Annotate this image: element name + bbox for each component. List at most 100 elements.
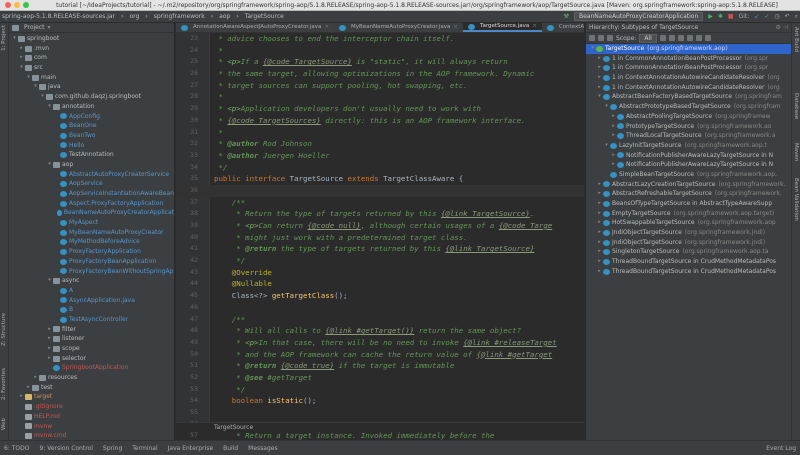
code-text[interactable]: * @return the type of targets returned b… (214, 243, 534, 255)
tree-row[interactable]: ▸ .mvn (9, 44, 174, 54)
ant-build-tool-tab[interactable]: Ant Build (793, 27, 799, 52)
tree-row[interactable]: ▾ springboot (9, 34, 174, 44)
chevron-down-icon[interactable]: ▾ (48, 24, 51, 31)
code-text[interactable]: * advice chooses to end the interceptor … (214, 33, 454, 45)
code-line[interactable]: 34 */ (176, 162, 584, 174)
git-history-icon[interactable]: ◷ (774, 13, 779, 20)
favorites-tool-tab[interactable]: 2: Favorites (1, 368, 7, 400)
settings-gear-icon[interactable]: ⚙ ⊣ (775, 24, 788, 31)
chevron-right-icon[interactable]: ▸ (596, 218, 603, 228)
hierarchy-row[interactable]: ▸ AbstractPoolingTargetSource (org.springf… (586, 112, 791, 122)
hierarchy-row[interactable]: ▸ NotificationPublisherAwareLazyTargetSou… (586, 160, 791, 170)
code-line[interactable]: 53 */ (176, 384, 584, 396)
tree-row[interactable]: .gitignore (9, 402, 174, 412)
git-update-icon[interactable]: ↙ (754, 13, 759, 20)
hierarchy-row[interactable]: ▸ AbstractRefreshableTargetSource (org.spr… (586, 189, 791, 199)
code-line[interactable]: 54 boolean isStatic(); (176, 395, 584, 407)
tree-row[interactable]: ▾ annotation (9, 102, 174, 112)
hierarchy-row[interactable]: ▾ AbstractPrototypeBasedTargetSource (org.… (586, 102, 791, 112)
status-tool-tab[interactable]: Java Enterprise (168, 445, 213, 452)
close-icon[interactable] (704, 35, 711, 41)
code-text[interactable]: @Nullable (214, 278, 272, 290)
nav-crumb[interactable]: org (129, 13, 139, 20)
code-line[interactable]: 44 @Nullable (176, 278, 584, 290)
code-line[interactable]: 37 /** (176, 197, 584, 209)
code-area[interactable]: 23 * advice chooses to end the intercept… (176, 33, 584, 440)
chevron-right-icon[interactable]: ▸ (596, 83, 603, 93)
code-line[interactable]: 24 * (176, 45, 584, 57)
tree-row[interactable]: ▸ listener (9, 334, 174, 344)
tree-row[interactable]: BeanOne (9, 121, 174, 131)
tree-row[interactable]: SpringbootApplication (9, 363, 174, 373)
tree-row[interactable]: ▸ filter (9, 325, 174, 335)
zoom-window-icon[interactable] (23, 2, 29, 8)
chevron-down-icon[interactable]: ▾ (589, 44, 596, 54)
code-line[interactable]: 38 * Return the type of targets returned… (176, 208, 584, 220)
hammer-icon[interactable]: ⚒ (564, 13, 569, 20)
chevron-right-icon[interactable]: ▸ (596, 199, 603, 209)
tree-row[interactable]: MyAspect (9, 218, 174, 228)
tree-row[interactable]: ▸ target (9, 392, 174, 402)
chevron-down-icon[interactable]: ▾ (46, 102, 53, 112)
chevron-right-icon[interactable]: ▸ (610, 122, 617, 132)
tree-row[interactable]: ▾ src (9, 63, 174, 73)
chevron-down-icon[interactable]: ▾ (11, 34, 18, 44)
chevron-right-icon[interactable]: ▸ (596, 189, 603, 199)
chevron-down-icon[interactable]: ▾ (18, 63, 25, 73)
code-text[interactable]: * target sources can support pooling, ho… (214, 80, 467, 92)
code-text[interactable]: */ (214, 255, 245, 267)
code-text[interactable]: public interface TargetSource extends Ta… (214, 173, 463, 185)
chevron-right-icon[interactable]: ▸ (25, 383, 32, 393)
window-controls[interactable] (0, 2, 34, 8)
tree-row[interactable]: mvnw.cmd (9, 431, 174, 440)
code-line[interactable]: 35 public interface TargetSource extends … (176, 173, 584, 185)
run-icon[interactable]: ▶ (708, 13, 713, 20)
chevron-right-icon[interactable]: ▸ (610, 151, 617, 161)
code-text[interactable]: Class<?> getTargetClass(); (214, 290, 348, 302)
tree-row[interactable]: ▸ com (9, 53, 174, 63)
hierarchy-row[interactable]: ▸ EmptyTargetSource (org.springframework.a… (586, 209, 791, 219)
code-text[interactable]: * {@code TargetSources} directly: this i… (214, 115, 525, 127)
tree-row[interactable]: ▸ selector (9, 354, 174, 364)
debug-icon[interactable]: ✱ (718, 13, 723, 20)
code-line[interactable]: 26 * the same target, allowing optimizat… (176, 68, 584, 80)
code-line[interactable]: 39 * <p>Can return {@code null}, althoug… (176, 220, 584, 232)
chevron-right-icon[interactable]: ▸ (32, 373, 39, 383)
hierarchy-row[interactable]: ▸ JndiObjectTargetSource (org.springframew… (586, 238, 791, 248)
chevron-down-icon[interactable]: ▾ (25, 73, 32, 83)
code-text[interactable]: */ (214, 384, 245, 396)
chevron-right-icon[interactable]: ▸ (596, 180, 603, 190)
code-text[interactable]: * (214, 45, 222, 57)
code-line[interactable]: 23 * advice chooses to end the intercept… (176, 33, 584, 45)
tree-row[interactable]: ProxyFactoryBeanApplication (9, 257, 174, 267)
code-line[interactable]: 36 (176, 184, 584, 197)
nav-crumb[interactable]: TargetSource (245, 13, 284, 20)
chevron-down-icon[interactable]: ▾ (603, 141, 610, 151)
code-text[interactable]: /** (214, 197, 245, 209)
code-line[interactable]: 41 * @return the type of targets returne… (176, 243, 584, 255)
code-line[interactable]: 49 * <p>In that case, there will be no n… (176, 337, 584, 349)
class-hierarchy-icon[interactable] (607, 35, 613, 41)
code-text[interactable]: * Return a target instance. Invoked imme… (214, 430, 494, 440)
code-line[interactable]: 50 * and the AOP framework can cache the… (176, 349, 584, 361)
code-text[interactable]: * the same target, allowing optimization… (214, 68, 534, 80)
tree-row[interactable]: ▾ aop (9, 160, 174, 170)
close-window-icon[interactable] (5, 2, 11, 8)
tree-row[interactable]: BeanTwo (9, 131, 174, 141)
chevron-right-icon[interactable]: ▸ (610, 112, 617, 122)
nav-crumb[interactable]: springframework (154, 13, 205, 20)
code-line[interactable]: 29 * <p>Application developers don't usu… (176, 103, 584, 115)
chevron-right-icon[interactable]: ▸ (610, 160, 617, 170)
code-line[interactable]: 42 */ (176, 255, 584, 267)
code-text[interactable]: * (214, 91, 222, 103)
code-line[interactable]: 32 * @author Rod Johnson (176, 138, 584, 150)
code-lines[interactable]: 23 * advice chooses to end the intercept… (176, 33, 584, 440)
chevron-right-icon[interactable]: ▸ (596, 228, 603, 238)
tree-row[interactable]: ▾ async (9, 276, 174, 286)
close-tab-icon[interactable]: × (453, 23, 458, 32)
tree-row[interactable]: AopServiceInstantiationAwareBean (9, 189, 174, 199)
tree-row[interactable]: A (9, 286, 174, 296)
code-line[interactable]: 55 (176, 407, 584, 419)
code-text[interactable]: * @author Rod Johnson (214, 138, 311, 150)
code-text[interactable]: /** (214, 314, 245, 326)
